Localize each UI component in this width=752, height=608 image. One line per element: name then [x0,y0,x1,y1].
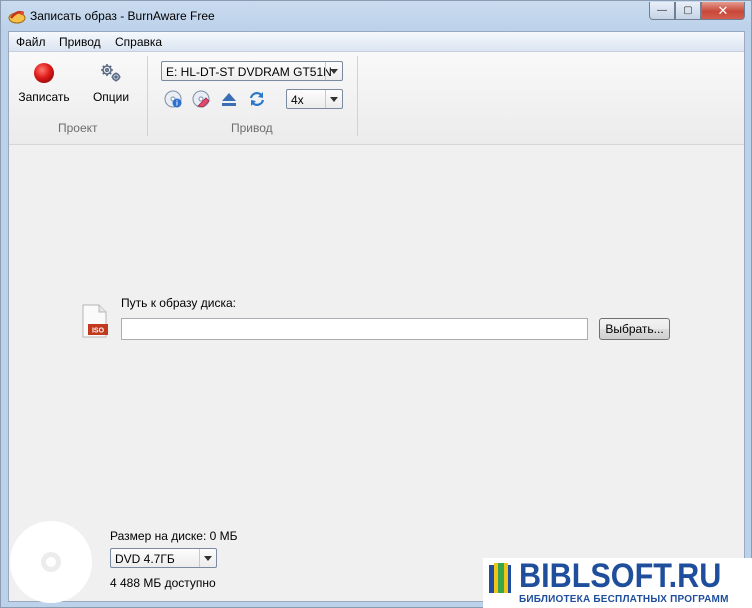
speed-select[interactable]: 4x [286,89,343,109]
menu-bar: Файл Привод Справка [9,32,744,52]
watermark: BIBLSOFT.RU БИБЛИОТЕКА БЕСПЛАТНЫХ ПРОГРА… [483,557,752,608]
menu-file[interactable]: Файл [16,35,46,49]
chevron-down-icon [325,62,342,80]
options-button-label: Опции [92,90,130,104]
image-path-input[interactable] [121,318,588,340]
disc-type-value: DVD 4.7ГБ [115,552,175,566]
group-separator [147,56,148,136]
drive-select-value: E: HL-DT-ST DVDRAM GT51N [166,65,332,79]
iso-label: ISO [92,328,105,335]
chevron-down-icon [325,90,342,108]
available-space-label: 4 488 МБ доступно [110,576,216,590]
minimize-button[interactable]: — [649,2,675,20]
burn-button[interactable]: Записать [13,62,75,104]
iso-file-icon: ISO [82,304,108,338]
close-icon: ✕ [717,3,729,18]
biblsoft-logo-icon [489,563,511,593]
client-area: Файл Привод Справка Записать Опции Проек… [8,31,745,603]
minimize-icon: — [657,4,667,16]
browse-button[interactable]: Выбрать... [599,318,670,340]
title-bar[interactable]: Записать образ - BurnAware Free — ▢ ✕ [1,1,751,31]
disc-info-icon[interactable]: i [164,90,182,108]
erase-disc-icon[interactable] [192,90,210,108]
refresh-icon[interactable] [248,90,266,108]
menu-drive[interactable]: Привод [59,35,101,49]
ribbon: Записать Опции Проект E: HL-DT-ST DVDRAM… [9,52,744,145]
chevron-down-icon [199,549,216,567]
record-icon [34,63,54,83]
group-label-project: Проект [58,121,98,135]
drive-select[interactable]: E: HL-DT-ST DVDRAM GT51N [161,61,343,81]
watermark-title: BIBLSOFT.RU [519,557,722,595]
watermark-subtitle: БИБЛИОТЕКА БЕСПЛАТНЫХ ПРОГРАММ [519,594,729,605]
app-icon [8,10,26,24]
speed-select-value: 4x [291,93,304,107]
window-title: Записать образ - BurnAware Free [30,9,215,23]
eject-icon[interactable] [220,90,238,108]
maximize-button[interactable]: ▢ [675,2,701,20]
disc-type-select[interactable]: DVD 4.7ГБ [110,548,217,568]
disc-size-label: Размер на диске: 0 МБ [110,529,238,543]
options-button[interactable]: Опции [85,62,137,104]
close-button[interactable]: ✕ [701,2,745,20]
image-path-label: Путь к образу диска: [121,296,236,310]
maximize-icon: ▢ [683,4,693,16]
gears-icon [101,64,121,82]
window-controls: — ▢ ✕ [649,2,745,20]
group-label-drive: Привод [231,121,273,135]
svg-text:i: i [176,101,178,108]
menu-help[interactable]: Справка [115,35,162,49]
group-separator [357,56,358,136]
disc-icon [10,521,92,603]
app-window: Записать образ - BurnAware Free — ▢ ✕ Фа… [0,0,752,608]
burn-button-label: Записать [18,90,70,104]
